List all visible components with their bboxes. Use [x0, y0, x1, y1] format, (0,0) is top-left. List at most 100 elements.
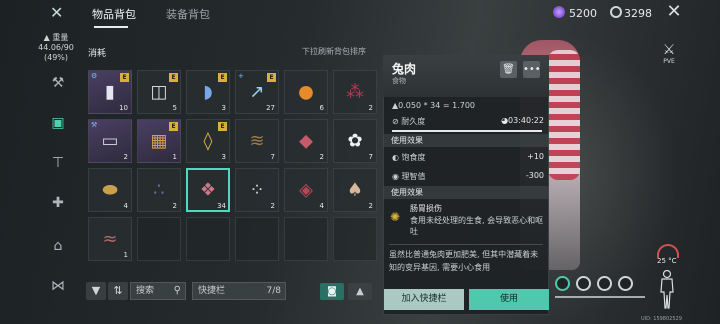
item-quantity: 4 [123, 202, 128, 210]
view-toggle-bag-icon[interactable]: ◙ [320, 283, 344, 300]
status-sanity-icon [597, 276, 612, 291]
sausage-icon: ≈ [102, 228, 118, 250]
tab-item-bag[interactable]: 物品背包 [92, 6, 136, 22]
inventory-slot[interactable]: ↗ E +27 [235, 70, 279, 114]
inventory-slot[interactable]: ◫ E 5 [137, 70, 181, 114]
flower-icon: ✿ [347, 130, 363, 152]
inventory-slot[interactable]: ▮ E ⚙ 10 [88, 70, 132, 114]
sort-button[interactable]: ⇅ [108, 282, 128, 300]
equip-badge: E [169, 73, 178, 82]
search-icon[interactable]: ⚲ [174, 283, 181, 299]
inventory-slot[interactable]: ◗ E 3 [186, 70, 230, 114]
item-description: 虽然比普通兔肉更加肥美, 但其中潜藏着未知的变异基因, 需要小心食用 [389, 250, 539, 272]
empty-inventory-slot[interactable] [235, 217, 279, 261]
effect-sanity-value: -300 [525, 171, 544, 180]
durability-icon: ⊘ [392, 117, 399, 126]
eggs-icon: ⁘ [249, 179, 265, 201]
durability-label: ⊘ 耐久度 [392, 117, 426, 126]
pve-mode-indicator[interactable]: ⚔ PVE [658, 42, 680, 65]
empty-inventory-slot[interactable] [333, 217, 377, 261]
inventory-slot[interactable]: ∴ 2 [137, 168, 181, 212]
item-quantity: 10 [119, 104, 128, 112]
item-quantity: 7 [270, 153, 275, 161]
item-quantity: 1 [172, 153, 177, 161]
trash-icon[interactable]: 🗑 [500, 61, 517, 78]
berries-icon: ⁂ [346, 81, 364, 103]
item-quantity: 6 [319, 104, 324, 112]
inventory-slot[interactable]: ▦ E 1 [137, 119, 181, 163]
item-quantity: 1 [123, 251, 128, 259]
equip-badge: E [120, 73, 129, 82]
butterfly-icon[interactable]: ⋈ [48, 276, 68, 296]
inventory-slot[interactable]: ◊ E 3 [186, 119, 230, 163]
item-quantity: 7 [368, 153, 373, 161]
item-quantity: 34 [217, 202, 226, 210]
body-status-icon[interactable] [658, 270, 676, 310]
gem-count: 5200 [569, 7, 597, 20]
inventory-slot[interactable]: ◈ 4 [284, 168, 328, 212]
weight-percent: (49%) [43, 53, 69, 62]
inventory-slot[interactable]: ⁂ 2 [333, 70, 377, 114]
medkit-icon[interactable]: ✚ [48, 193, 68, 213]
effect-satiety-value: +10 [527, 152, 544, 161]
effect-sanity-label: ◉ 理智值 [392, 172, 426, 181]
inventory-slot[interactable]: ● 6 [284, 70, 328, 114]
inventory-slot[interactable]: ▭ ⚒ 2 [88, 119, 132, 163]
item-title: 兔肉 [392, 62, 417, 76]
equip-badge: E [169, 122, 178, 131]
coin-count: 3298 [624, 7, 652, 20]
inventory-slot[interactable]: ≈1 [88, 217, 132, 261]
house-icon[interactable]: ⌂ [48, 236, 68, 256]
item-quantity: 5 [172, 104, 177, 112]
effect-satiety-label: ◐ 饱食度 [392, 153, 426, 162]
equip-badge: E [267, 73, 276, 82]
potato-icon: ⬬ [102, 179, 118, 201]
inventory-category: 消耗 [88, 49, 107, 59]
tab-equipment-bag[interactable]: 装备背包 [166, 6, 210, 22]
view-toggle-terrain-icon[interactable]: ▲ [348, 283, 372, 300]
search-input[interactable]: 搜索 ⚲ [130, 282, 186, 300]
weight-icon: ▲ [43, 33, 50, 42]
corn-icon: ◊ [203, 130, 213, 152]
pill-capsule-icon: ◗ [203, 81, 213, 103]
search-placeholder: 搜索 [136, 286, 155, 296]
inventory-slot[interactable]: ✿ 7 [333, 119, 377, 163]
empty-inventory-slot[interactable] [284, 217, 328, 261]
inventory-slot[interactable]: ≋ 7 [235, 119, 279, 163]
wrench-icon[interactable]: ⚒ [48, 73, 68, 93]
empty-inventory-slot[interactable] [186, 217, 230, 261]
inventory-slot[interactable]: ◆ 2 [284, 119, 328, 163]
weight-indicator: ▲ 重量 44.06/90 (49%) [36, 33, 76, 63]
weight-value: 44.06/90 [38, 43, 74, 52]
inventory-slot[interactable]: ⬬ 4 [88, 168, 132, 212]
item-quantity: 2 [319, 153, 324, 161]
side-effects-section-title: 使用效果 [383, 186, 549, 199]
menu-logo-icon[interactable]: ✕ [50, 4, 66, 22]
toolbox-icon: ▭ [101, 130, 119, 152]
status-stamina-icon [618, 276, 633, 291]
quickbar-label: 快捷栏 [198, 286, 226, 296]
quickbar-button[interactable]: 快捷栏 7/8 [192, 282, 286, 300]
equip-badge: E [218, 122, 227, 131]
item-quantity: 2 [368, 202, 373, 210]
more-options-icon[interactable]: ••• [523, 61, 541, 78]
add-to-quickbar-button[interactable]: 加入快捷栏 [384, 289, 464, 310]
inventory-slot[interactable]: ♠ 2 [333, 168, 377, 212]
side-effect-name: 肠胃损伤 [410, 204, 442, 213]
stomach-icon: ◐ [392, 153, 399, 162]
effects-section-title: 使用效果 [383, 134, 549, 147]
side-effect-desc: 食用未经处理的生食, 会导致恶心和呕吐 [410, 216, 544, 236]
item-quantity: 3 [221, 153, 226, 161]
active-tab-underline [94, 26, 128, 28]
filter-button[interactable]: ▼ [86, 282, 106, 300]
use-button[interactable]: 使用 [469, 289, 549, 310]
close-icon[interactable]: ✕ [665, 2, 683, 22]
hammer-icon[interactable]: ⊤ [48, 153, 68, 173]
empty-inventory-slot[interactable] [137, 217, 181, 261]
weight-label: 重量 [52, 33, 69, 42]
backpack-icon[interactable]: ▣ [48, 113, 68, 133]
roots-icon: ≋ [249, 130, 265, 152]
inventory-slot[interactable]: ⁘ 2 [235, 168, 279, 212]
inventory-slot[interactable]: ❖ 34 [186, 168, 230, 212]
item-quantity: 4 [319, 202, 324, 210]
